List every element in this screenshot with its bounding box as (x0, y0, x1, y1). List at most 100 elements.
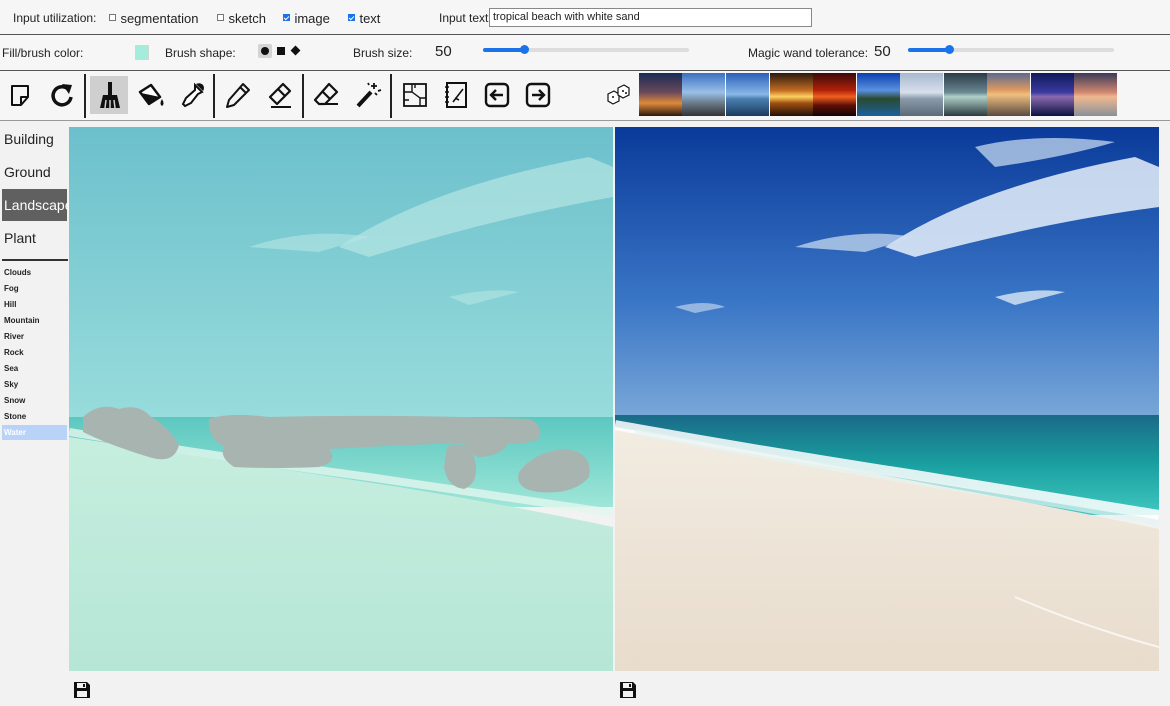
floppy-disk-icon (74, 682, 90, 698)
sample-image-thumbnail[interactable] (900, 73, 943, 116)
sketch-option[interactable]: sketch (217, 10, 266, 28)
sketch-checkbox[interactable] (217, 14, 224, 22)
brush-shape-label: Brush shape: (165, 46, 236, 60)
magic-wand-thumb[interactable] (945, 45, 955, 54)
sample-image-thumbnail[interactable] (857, 73, 900, 116)
sample-image-thumbnail[interactable] (1074, 73, 1117, 116)
segmentation-checkbox[interactable] (109, 14, 116, 22)
sample-image-thumbnail[interactable] (813, 73, 856, 116)
category-plant[interactable]: Plant (2, 222, 67, 254)
next-button[interactable] (519, 76, 557, 114)
toolbar-separator (390, 74, 392, 118)
paint-bucket-icon (138, 83, 164, 106)
eyedropper-icon (181, 82, 204, 108)
brush-shape-square[interactable] (277, 47, 285, 55)
redo-icon (51, 84, 73, 107)
brush-size-thumb[interactable] (520, 45, 530, 54)
subcategory-fog[interactable]: Fog (2, 281, 67, 296)
magic-wand-fill (908, 48, 950, 52)
input-canvas-drawing (69, 127, 613, 671)
text-label: text (359, 11, 381, 26)
subcategory-river[interactable]: River (2, 329, 67, 344)
sketchbook-icon (445, 82, 467, 108)
magic-wand-value: 50 (874, 43, 891, 60)
randomize-button[interactable] (598, 76, 636, 114)
input-text-field[interactable]: tropical beach with white sand (489, 8, 812, 27)
sidebar-divider (2, 259, 68, 261)
pencil-icon (226, 83, 250, 108)
magic-wand-icon (356, 82, 382, 108)
sample-image-thumbnail[interactable] (1031, 73, 1074, 116)
save-output-button[interactable] (619, 681, 637, 699)
previous-button[interactable] (478, 76, 516, 114)
sketch-label: sketch (228, 11, 267, 26)
save-input-button[interactable] (73, 681, 91, 699)
text-option[interactable]: text (348, 10, 380, 28)
pencil-button[interactable] (219, 76, 257, 114)
toolbar-separator (302, 74, 304, 118)
sample-image-thumbnail[interactable] (770, 73, 813, 116)
circle-shape-icon (261, 47, 269, 55)
brush-size-label: Brush size: (353, 46, 413, 60)
magic-wand-button[interactable] (349, 76, 387, 114)
segmentation-map-icon (403, 83, 427, 107)
line-eraser-icon (268, 82, 292, 108)
sample-image-thumbnail[interactable] (726, 73, 769, 116)
arrow-left-icon (484, 82, 510, 108)
image-label: image (294, 11, 330, 26)
eraser-icon (313, 82, 339, 106)
new-canvas-icon (11, 85, 29, 106)
brush-size-fill (483, 48, 525, 52)
image-checkbox[interactable] (283, 14, 290, 22)
redo-button[interactable] (43, 76, 81, 114)
input-canvas[interactable] (69, 127, 613, 671)
text-checkbox[interactable] (348, 14, 355, 22)
input-utilization-bar: Input utilization: segmentation sketch i… (0, 0, 1170, 35)
category-landscape[interactable]: Landscape (2, 189, 73, 221)
subcategory-mountain[interactable]: Mountain (2, 313, 67, 328)
color-picker-button[interactable] (173, 76, 211, 114)
subcategory-hill[interactable]: Hill (2, 297, 67, 312)
fill-bucket-button[interactable] (131, 76, 169, 114)
subcategory-rock[interactable]: Rock (2, 345, 67, 360)
brush-size-slider[interactable] (483, 45, 689, 54)
line-eraser-button[interactable] (261, 76, 299, 114)
category-building[interactable]: Building (2, 123, 67, 155)
brush-size-value: 50 (435, 43, 452, 60)
eraser-button[interactable] (307, 76, 345, 114)
sample-image-thumbnail[interactable] (682, 73, 725, 116)
category-ground[interactable]: Ground (2, 156, 67, 188)
output-image-drawing (615, 127, 1159, 671)
input-utilization-label: Input utilization: (13, 11, 97, 25)
segment-map-button[interactable] (396, 76, 434, 114)
image-option[interactable]: image (283, 10, 330, 28)
subcategory-stone[interactable]: Stone (2, 409, 67, 424)
broom-icon (100, 82, 120, 109)
fill-color-swatch[interactable] (135, 45, 149, 60)
dice-icon (607, 84, 630, 105)
input-text-label: Input text: (439, 11, 492, 25)
magic-wand-slider[interactable] (908, 45, 1114, 54)
fill-color-label: Fill/brush color: (2, 46, 84, 60)
sample-image-thumbnail[interactable] (639, 73, 682, 116)
sample-image-thumbnail[interactable] (987, 73, 1030, 116)
sample-image-thumbnail[interactable] (944, 73, 987, 116)
subcategory-snow[interactable]: Snow (2, 393, 67, 408)
segmentation-option[interactable]: segmentation (109, 10, 199, 28)
new-canvas-button[interactable] (2, 76, 40, 114)
arrow-right-icon (525, 82, 551, 108)
sketch-pad-button[interactable] (437, 76, 475, 114)
brush-shape-circle[interactable] (258, 44, 272, 58)
toolbar-separator (84, 74, 86, 118)
magic-wand-label: Magic wand tolerance: (748, 46, 869, 60)
segmentation-label: segmentation (120, 11, 199, 26)
brush-settings-bar: Fill/brush color: Brush shape: Brush siz… (0, 35, 1170, 71)
brush-tool-button[interactable] (90, 76, 128, 114)
floppy-disk-icon (620, 682, 636, 698)
subcategory-water[interactable]: Water (2, 425, 67, 440)
output-image (615, 127, 1159, 671)
subcategory-sea[interactable]: Sea (2, 361, 67, 376)
subcategory-sky[interactable]: Sky (2, 377, 67, 392)
brush-shape-diamond[interactable] (290, 45, 301, 56)
subcategory-clouds[interactable]: Clouds (2, 265, 67, 280)
